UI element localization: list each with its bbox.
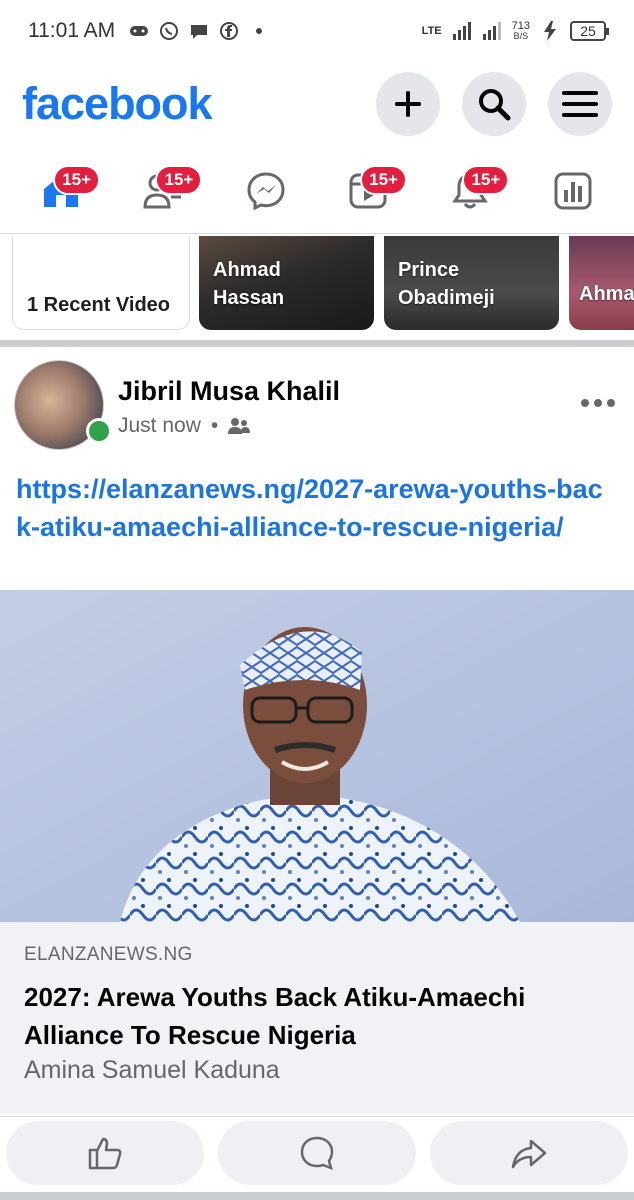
post-link[interactable]: https://elanzanews.ng/2027-arewa-youths-… xyxy=(16,470,616,546)
search-button[interactable] xyxy=(462,72,526,136)
status-bar: 11:01 AM LTE 713 B/S 25 xyxy=(0,0,634,62)
tab-home[interactable]: 15+ xyxy=(31,161,100,221)
feed-bottom-divider xyxy=(0,1192,634,1200)
share-icon xyxy=(511,1139,547,1169)
messenger-icon xyxy=(247,171,285,210)
friends-audience-icon xyxy=(228,418,251,434)
meta-separator: • xyxy=(210,414,219,437)
share-button[interactable] xyxy=(430,1121,628,1185)
post-header: Jibril Musa Khalil Just now • xyxy=(0,350,634,454)
more-notifications-icon xyxy=(249,21,269,41)
whatsapp-icon xyxy=(159,21,179,41)
gamepad-icon xyxy=(129,21,149,41)
post-photo[interactable] xyxy=(0,590,634,922)
more-dots-icon xyxy=(581,399,615,407)
tab-notifications[interactable]: 15+ xyxy=(440,161,510,221)
post-meta: Just now • xyxy=(118,414,251,438)
home-badge: 15+ xyxy=(53,164,100,195)
post-actions xyxy=(0,1116,634,1192)
post-author[interactable]: Jibril Musa Khalil xyxy=(118,376,340,407)
status-time: 11:01 AM xyxy=(28,19,116,42)
story-label: Ahma xyxy=(579,283,634,305)
tab-friends[interactable]: 15+ xyxy=(133,161,203,221)
recent-video-label: 1 Recent Video xyxy=(27,294,171,316)
main-nav: 15+ 15+ 15+ 15+ xyxy=(0,148,634,234)
story-label: Prince Obadimeji xyxy=(398,259,495,309)
story-card-prince[interactable]: Prince Obadimeji xyxy=(384,236,559,330)
header-actions xyxy=(376,72,612,136)
menu-button[interactable] xyxy=(548,72,612,136)
online-status-dot xyxy=(86,418,112,444)
battery-indicator: 25 xyxy=(570,21,609,41)
like-button[interactable] xyxy=(6,1121,204,1185)
comment-button[interactable] xyxy=(218,1121,416,1185)
friends-badge: 15+ xyxy=(155,164,203,195)
search-icon xyxy=(479,89,511,121)
app-header: facebook xyxy=(0,64,634,144)
link-preview-title: 2027: Arewa Youths Back Atiku-Amaechi Al… xyxy=(24,982,526,1050)
create-button[interactable] xyxy=(376,72,440,136)
story-card-ahma[interactable]: Ahma xyxy=(569,236,634,330)
stories-strip: 1 Recent Video Ahmad Hassan Prince Obadi… xyxy=(0,236,634,336)
charging-icon xyxy=(540,21,560,41)
signal-2-icon xyxy=(482,21,502,41)
dashboard-icon xyxy=(554,172,592,209)
notifications-badge: 15+ xyxy=(462,164,510,195)
story-label: Ahmad Hassan xyxy=(213,259,285,309)
signal-icon xyxy=(452,21,472,41)
status-system-icons: LTE 713 B/S 25 xyxy=(421,20,609,42)
tab-messenger[interactable] xyxy=(236,161,296,221)
facebook-logo[interactable]: facebook xyxy=(22,78,213,130)
plus-icon xyxy=(395,91,421,117)
link-preview-subtitle: Amina Samuel Kaduna xyxy=(24,1056,280,1084)
facebook-small-icon xyxy=(219,21,239,41)
comment-icon xyxy=(300,1136,334,1171)
story-card-ahmad[interactable]: Ahmad Hassan xyxy=(199,236,374,330)
thumbs-up-icon xyxy=(88,1137,122,1170)
status-notification-icons xyxy=(129,21,269,41)
tab-video[interactable]: 15+ xyxy=(338,161,407,221)
network-type: LTE xyxy=(421,25,442,37)
video-badge: 15+ xyxy=(360,164,407,195)
net-speed: 713 B/S xyxy=(511,20,530,42)
post-time[interactable]: Just now xyxy=(118,414,201,438)
chat-bubble-icon xyxy=(189,21,209,41)
feed-divider xyxy=(0,340,634,347)
person-photo-illustration xyxy=(0,590,634,922)
more-options-button[interactable] xyxy=(580,382,616,416)
link-preview[interactable]: ELANZANEWS.NG 2027: Arewa Youths Back At… xyxy=(0,922,634,1114)
menu-icon xyxy=(562,91,598,117)
tab-dashboard[interactable] xyxy=(543,161,603,221)
recent-video-card[interactable]: 1 Recent Video xyxy=(12,236,190,330)
link-preview-domain: ELANZANEWS.NG xyxy=(24,944,193,965)
